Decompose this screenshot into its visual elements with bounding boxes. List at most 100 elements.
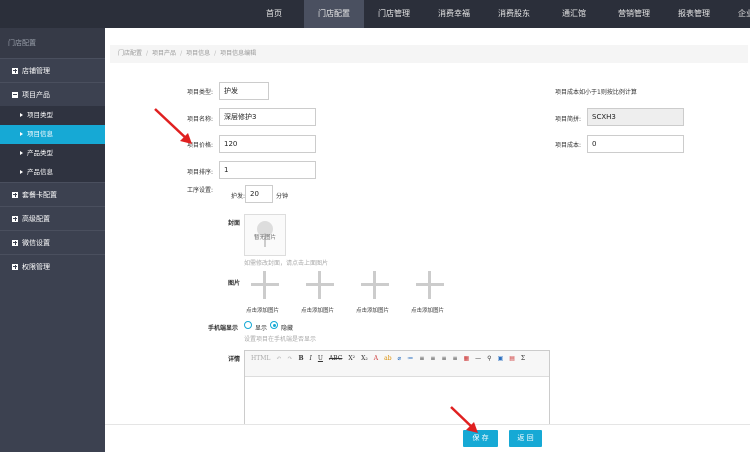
cost-label: 项目成本: xyxy=(555,142,582,149)
breadcrumb-item[interactable]: 项目信息 xyxy=(186,50,210,57)
topnav-marketing[interactable]: 营销管理 xyxy=(604,0,664,28)
process-label: 工序设置: xyxy=(187,187,214,194)
cover-placeholder: 暂无图片 xyxy=(253,235,276,241)
align-right-button[interactable]: ≡ xyxy=(438,353,449,364)
mobile-show-label: 显示 xyxy=(255,325,268,332)
superscript-button[interactable]: X² xyxy=(345,353,358,364)
breadcrumb-item[interactable]: 门店配置 xyxy=(118,50,142,57)
mobile-hide-radio[interactable] xyxy=(270,321,278,329)
topnav-consume-shareholder[interactable]: 消费股东 xyxy=(484,0,544,28)
topnav-mall[interactable]: 企业商城 xyxy=(724,0,750,28)
price-input[interactable]: 120 xyxy=(219,135,316,153)
order-input[interactable]: 1 xyxy=(219,161,316,179)
expand-icon xyxy=(12,67,18,74)
process-minutes-input[interactable]: 20 xyxy=(245,185,273,203)
mobile-hint: 设置项目在手机端是否显示 xyxy=(244,336,317,343)
mobile-show-radio[interactable] xyxy=(244,321,252,329)
add-image-label[interactable]: 点击添加图片 xyxy=(301,306,334,314)
annotation-arrow-icon xyxy=(450,406,478,433)
rich-text-editor[interactable]: HTML ↶ ↷ B I U ABC X² X₂ A ab ⌀ ≔ ≡ ≡ ≡ … xyxy=(244,350,550,425)
add-image-plus-icon[interactable] xyxy=(306,271,334,299)
add-image-label[interactable]: 点击添加图片 xyxy=(246,306,279,314)
process-unit: 分钟 xyxy=(276,193,289,200)
underline-button[interactable]: U xyxy=(315,353,326,364)
subscript-button[interactable]: X₂ xyxy=(358,353,371,364)
sidebar-item-product-type[interactable]: 产品类型 xyxy=(0,144,105,163)
form-footer: 保 存 返 回 xyxy=(105,424,750,452)
sidebar-item-product-info[interactable]: 产品信息 xyxy=(0,163,105,182)
add-image-label[interactable]: 点击添加图片 xyxy=(356,306,389,314)
align-center-button[interactable]: ≡ xyxy=(427,353,438,364)
sidebar-group-store[interactable]: 店铺管理 xyxy=(0,58,105,82)
align-left-button[interactable]: ≡ xyxy=(416,353,427,364)
justify-button[interactable]: ≡ xyxy=(449,353,460,364)
sidebar-group-label: 微信设置 xyxy=(22,238,50,247)
redo-button[interactable]: ↷ xyxy=(284,353,295,364)
code-input: SCXH3 xyxy=(587,108,684,126)
expand-icon xyxy=(12,239,18,246)
hr-button[interactable]: — xyxy=(472,353,484,364)
sidebar-group-label: 套餐卡配置 xyxy=(22,190,57,199)
topnav-tonghui[interactable]: 通汇馆 xyxy=(544,0,604,28)
image-button[interactable]: ▦ xyxy=(461,353,473,364)
sidebar-group-label: 高级配置 xyxy=(22,214,50,223)
sidebar-group-permission[interactable]: 权限管理 xyxy=(0,254,105,278)
formula-button[interactable]: Σ xyxy=(518,353,528,364)
html-source-button[interactable]: HTML xyxy=(248,353,273,364)
sidebar-item-project-type[interactable]: 项目类型 xyxy=(0,106,105,125)
sidebar-item-label: 项目信息 xyxy=(27,130,53,138)
arrow-right-icon xyxy=(20,132,23,136)
sidebar-item-label: 产品类型 xyxy=(27,149,53,157)
bold-button[interactable]: B xyxy=(295,353,306,364)
cost-input[interactable]: 0 xyxy=(587,135,684,153)
sidebar-group-project[interactable]: 项目产品 xyxy=(0,82,105,106)
search-icon[interactable]: ⚲ xyxy=(484,353,494,364)
add-image-plus-icon[interactable] xyxy=(416,271,444,299)
preview-button[interactable]: ▣ xyxy=(495,353,507,364)
breadcrumb-item: 项目信息编辑 xyxy=(220,50,257,57)
back-button[interactable]: 返 回 xyxy=(509,430,542,447)
font-color-button[interactable]: A xyxy=(371,353,381,364)
cost-note: 项目成本如小于1则按比例计算 xyxy=(555,89,637,96)
cover-hint: 如需修改封面，请点击上面图片 xyxy=(244,260,329,267)
editor-toolbar: HTML ↶ ↷ B I U ABC X² X₂ A ab ⌀ ≔ ≡ ≡ ≡ … xyxy=(245,351,549,377)
breadcrumb-item[interactable]: 项目产品 xyxy=(152,50,176,57)
mobile-hide-label: 隐藏 xyxy=(281,325,294,332)
table-button[interactable]: ▤ xyxy=(506,353,518,364)
sidebar-group-package[interactable]: 套餐卡配置 xyxy=(0,182,105,206)
add-image-plus-icon[interactable] xyxy=(251,271,279,299)
sidebar-header: 门店配置 xyxy=(0,28,105,58)
strikethrough-button[interactable]: ABC xyxy=(326,353,345,364)
cover-image[interactable]: 暂无图片 xyxy=(244,214,286,256)
arrow-right-icon xyxy=(20,151,23,155)
sidebar-group-wechat[interactable]: 微信设置 xyxy=(0,230,105,254)
add-image-label[interactable]: 点击添加图片 xyxy=(411,306,444,314)
images-label: 图片 xyxy=(228,280,241,287)
expand-icon xyxy=(12,263,18,270)
topnav-store-manage[interactable]: 门店管理 xyxy=(364,0,424,28)
topnav-home[interactable]: 首页 xyxy=(244,0,304,28)
italic-button[interactable]: I xyxy=(307,353,315,364)
cover-label: 封面 xyxy=(228,220,241,227)
topnav-store-config[interactable]: 门店配置 xyxy=(304,0,364,28)
highlight-button[interactable]: ab xyxy=(381,353,394,364)
sidebar-group-label: 店铺管理 xyxy=(22,66,50,75)
sidebar-group-label: 项目产品 xyxy=(22,90,50,99)
topnav-reports[interactable]: 报表管理 xyxy=(664,0,724,28)
expand-icon xyxy=(12,191,18,198)
sidebar-group-advanced[interactable]: 高级配置 xyxy=(0,206,105,230)
process-name: 护发: xyxy=(231,193,246,200)
annotation-arrow-icon xyxy=(154,108,192,144)
topnav-consume-happiness[interactable]: 消费幸福 xyxy=(424,0,484,28)
type-select[interactable]: 护发 xyxy=(219,82,269,100)
add-image-plus-icon[interactable] xyxy=(361,271,389,299)
type-label: 项目类型: xyxy=(187,89,214,96)
arrow-right-icon xyxy=(20,170,23,174)
name-input[interactable]: 深层修护3 xyxy=(219,108,316,126)
undo-button[interactable]: ↶ xyxy=(273,353,284,364)
order-label: 项目排序: xyxy=(187,169,214,176)
list-button[interactable]: ≔ xyxy=(404,353,416,364)
clear-format-button[interactable]: ⌀ xyxy=(395,353,405,364)
expand-icon xyxy=(12,215,18,222)
sidebar-item-project-info[interactable]: 项目信息 xyxy=(0,125,105,144)
